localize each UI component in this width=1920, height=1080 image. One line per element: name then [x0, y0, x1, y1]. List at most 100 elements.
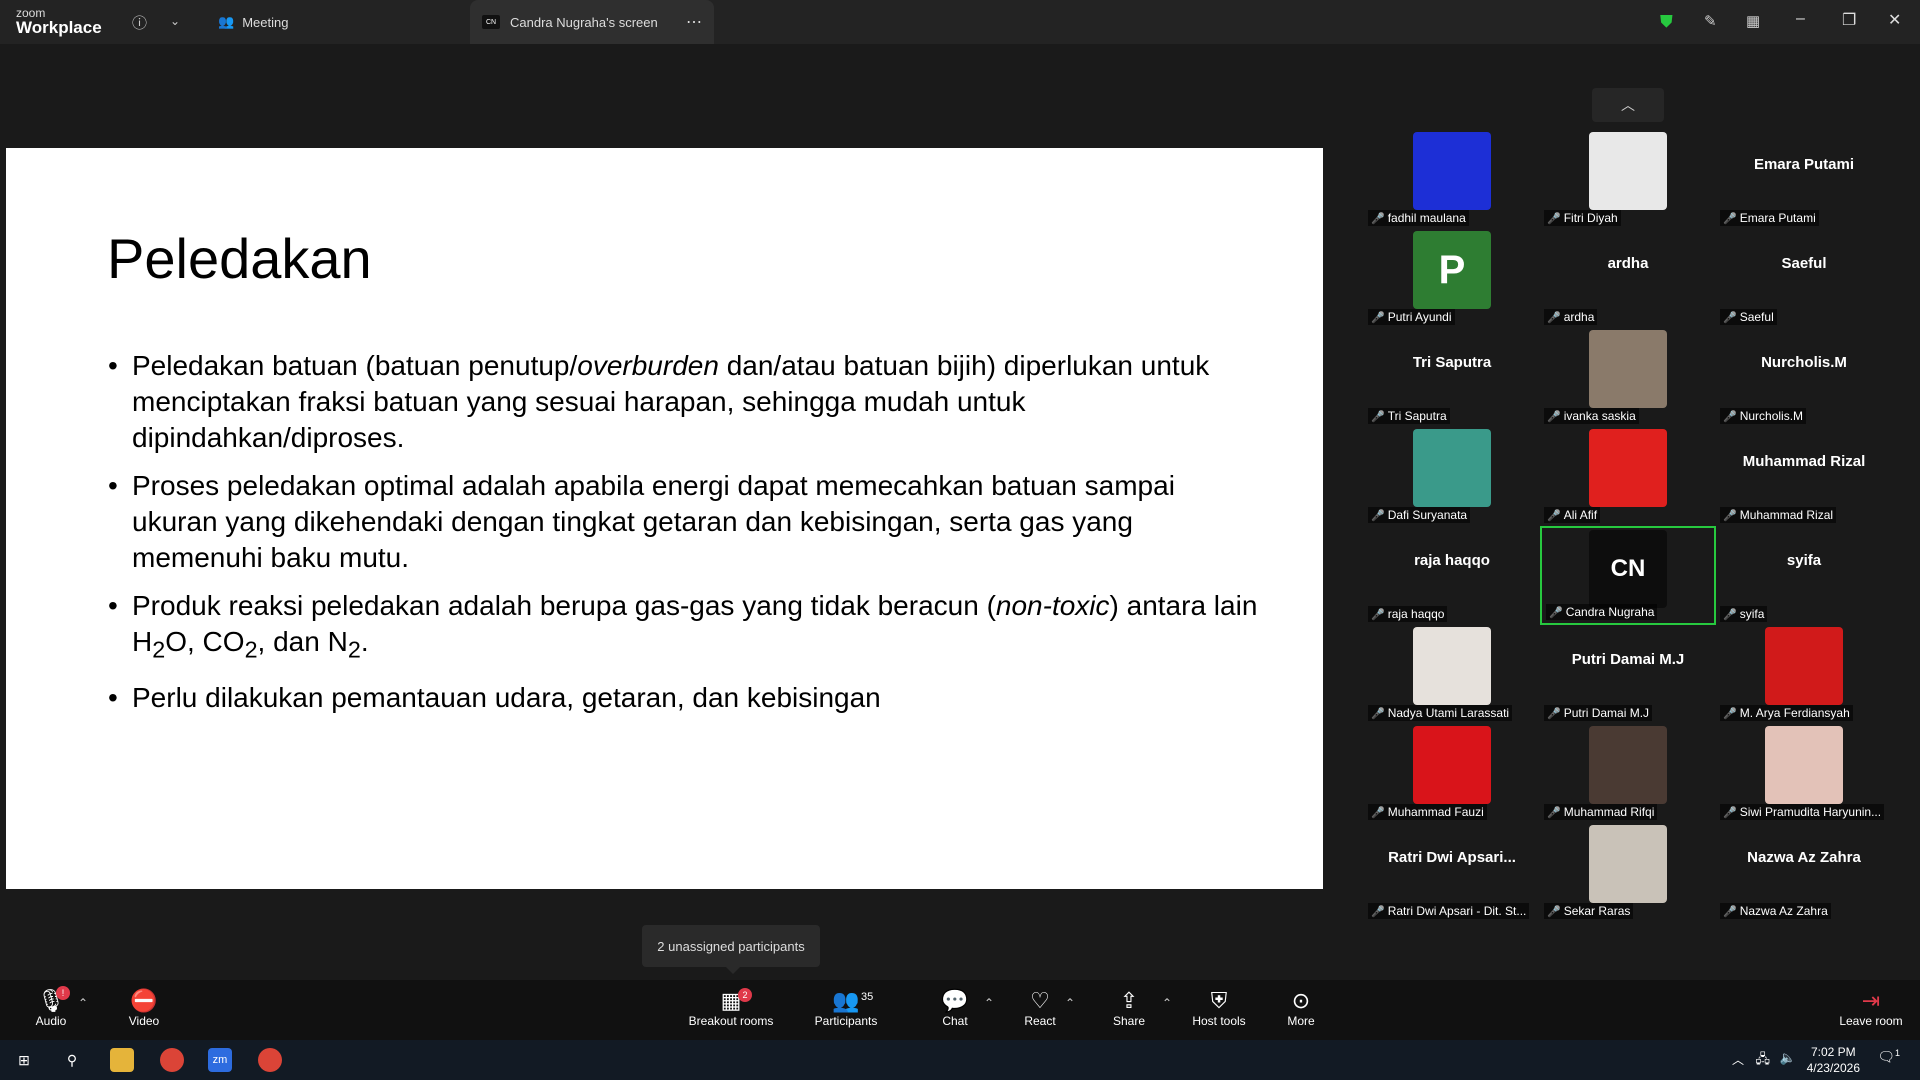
video-button[interactable]: ⛔ Video [99, 988, 189, 1028]
leave-room-button[interactable]: ⇥ Leave room [1826, 988, 1916, 1028]
host-tools-button[interactable]: ⛨ Host tools [1174, 988, 1264, 1028]
bullet-3: Produk reaksi peledakan adalah berupa ga… [108, 588, 1258, 668]
mic-muted-icon: 🎤 [1547, 213, 1561, 225]
participant-tile[interactable]: Saeful 🎤 Saeful [1716, 229, 1892, 328]
minimize-icon[interactable]: – [1796, 10, 1805, 28]
avatar [1589, 132, 1667, 210]
participant-tile[interactable]: CN 🎤 Candra Nugraha [1540, 526, 1716, 625]
slide-title: Peledakan [107, 227, 372, 290]
avatar [1589, 825, 1667, 903]
participant-tile[interactable]: 🎤 fadhil maulana [1364, 130, 1540, 229]
chat-options-caret[interactable]: ⌃ [984, 996, 994, 1010]
network-icon[interactable]: 🖧 [1756, 1050, 1771, 1072]
participant-tile[interactable]: Tri Saputra 🎤 Tri Saputra [1364, 328, 1540, 427]
participant-tile[interactable]: Emara Putami 🎤 Emara Putami [1716, 130, 1892, 229]
close-icon[interactable]: ✕ [1888, 10, 1901, 30]
info-icon[interactable]: ⓘ [132, 12, 147, 33]
participant-tile[interactable]: 🎤 M. Arya Ferdiansyah [1716, 625, 1892, 724]
chevron-up-icon: ︿ [1621, 97, 1635, 113]
shared-slide: Peledakan Peledakan batuan (batuan penut… [6, 148, 1323, 889]
tab-meeting[interactable]: 👥 Meeting [218, 0, 288, 44]
participant-tile[interactable]: syifa 🎤 syifa [1716, 526, 1892, 625]
mic-muted-icon: 🎤 [1371, 213, 1385, 225]
participant-name-label: 🎤 Putri Ayundi [1368, 309, 1455, 325]
chrome-profile-icon[interactable] [258, 1048, 282, 1072]
participant-tile[interactable]: Ratri Dwi Apsari... 🎤 Ratri Dwi Apsari - D… [1364, 823, 1540, 922]
mic-muted-icon: 🎤 [1547, 708, 1561, 720]
participant-name-label: 🎤 Ratri Dwi Apsari - Dit. St... [1368, 903, 1530, 919]
gallery-scroll-up-button[interactable]: ︿ [1592, 88, 1664, 122]
share-screen-icon: ⇪ [1119, 988, 1139, 1013]
mic-muted-icon: 🎤 [1371, 906, 1385, 918]
participant-tile[interactable]: 🎤 Sekar Raras [1540, 823, 1716, 922]
chevron-down-icon[interactable]: ⌄ [170, 14, 180, 28]
shield-icon[interactable]: ⛊ [1660, 12, 1673, 32]
file-explorer-icon[interactable] [110, 1048, 134, 1072]
mic-muted-icon: 🎤 [1371, 510, 1385, 522]
participant-name-label: 🎤 Fitri Diyah [1544, 210, 1621, 226]
participant-name-label: 🎤 syifa [1720, 606, 1768, 622]
more-icon: ⊙ [1291, 988, 1311, 1013]
more-options-icon[interactable]: ⋯ [686, 12, 702, 32]
participant-display-name: Nurcholis.M [1761, 354, 1847, 371]
tab-shared-screen[interactable]: CN Candra Nugraha's screen ⋯ [470, 0, 714, 44]
meeting-toolbar: 🎙! Audio ⌃ ⛔ Video ▦ 2 Breakout rooms 👥 35… [0, 980, 1920, 1040]
mic-muted-icon: 🎤 [1371, 708, 1385, 720]
participant-tile[interactable]: 🎤 Fitri Diyah [1540, 130, 1716, 229]
more-button[interactable]: ⊙ More [1256, 988, 1346, 1028]
notification-icon[interactable]: 🗨1 [1877, 1048, 1900, 1066]
restore-icon[interactable]: ❐ [1842, 10, 1856, 30]
breakout-rooms-button[interactable]: ▦ 2 Breakout rooms [686, 988, 776, 1028]
react-options-caret[interactable]: ⌃ [1065, 996, 1075, 1010]
avatar: P [1413, 231, 1491, 309]
windows-start-icon[interactable]: ⊞ [12, 1048, 36, 1072]
volume-icon[interactable]: 🔈 [1780, 1050, 1796, 1066]
participant-tile[interactable]: Nurcholis.M 🎤 Nurcholis.M [1716, 328, 1892, 427]
participant-tile[interactable]: 🎤 Siwi Pramudita Haryunin... [1716, 724, 1892, 823]
zoom-app-icon[interactable]: zm [208, 1048, 232, 1072]
zoom-workplace-logo: zoom Workplace [16, 6, 102, 37]
participant-name-label: 🎤 Siwi Pramudita Haryunin... [1720, 804, 1885, 820]
avatar [1413, 132, 1491, 210]
mic-muted-icon: 🎤 [1371, 411, 1385, 423]
share-options-caret[interactable]: ⌃ [1162, 996, 1172, 1010]
participant-tile[interactable]: raja haqqo 🎤 raja haqqo [1364, 526, 1540, 625]
participants-icon: 👥 35 [801, 988, 891, 1014]
participant-name-label: 🎤 Dafi Suryanata [1368, 507, 1471, 523]
title-bar: zoom Workplace ⓘ ⌄ 👥 Meeting CN Candra N… [0, 0, 1920, 44]
warning-badge: ! [56, 986, 70, 1000]
mic-muted-icon: 🎤 [1723, 510, 1737, 522]
audio-options-caret[interactable]: ⌃ [78, 996, 88, 1010]
participant-tile[interactable]: 🎤 Muhammad Rifqi [1540, 724, 1716, 823]
participant-name-label: 🎤 Putri Damai M.J [1544, 705, 1653, 721]
avatar [1413, 429, 1491, 507]
pencil-icon[interactable]: ✎ [1704, 12, 1717, 30]
search-icon[interactable]: ⚲ [60, 1048, 84, 1072]
participant-tile[interactable]: 🎤 Muhammad Fauzi [1364, 724, 1540, 823]
participant-name-label: 🎤 Nurcholis.M [1720, 408, 1807, 424]
participant-tile[interactable]: Nazwa Az Zahra 🎤 Nazwa Az Zahra [1716, 823, 1892, 922]
participant-tile[interactable]: 🎤 Dafi Suryanata [1364, 427, 1540, 526]
mic-muted-icon: 🎤 [1371, 807, 1385, 819]
participant-display-name: Nazwa Az Zahra [1747, 849, 1861, 866]
participant-display-name: ardha [1607, 255, 1649, 272]
share-button[interactable]: ⇪ Share [1084, 988, 1174, 1028]
participant-tile[interactable]: Muhammad Rizal 🎤 Muhammad Rizal [1716, 427, 1892, 526]
participant-display-name: raja haqqo [1414, 552, 1490, 569]
participants-button[interactable]: 👥 35 Participants [801, 988, 891, 1028]
layout-icon[interactable]: ▦ [1746, 12, 1760, 30]
participant-tile[interactable]: Putri Damai M.J 🎤 Putri Damai M.J [1540, 625, 1716, 724]
participant-display-name: Muhammad Rizal [1742, 453, 1866, 470]
clock[interactable]: 7:02 PM 4/23/2026 [1807, 1044, 1860, 1076]
participant-tile[interactable]: ardha 🎤 ardha [1540, 229, 1716, 328]
participant-tile[interactable]: 🎤 Ali Afif [1540, 427, 1716, 526]
participant-tile[interactable]: 🎤 ivanka saskia [1540, 328, 1716, 427]
avatar [1413, 627, 1491, 705]
participant-tile[interactable]: P 🎤 Putri Ayundi [1364, 229, 1540, 328]
shield-icon: ⛨ [1210, 988, 1228, 1013]
windows-taskbar: ⊞ ⚲ zm ︿ 🖧 🔈 7:02 PM 4/23/2026 🗨1 [0, 1040, 1920, 1080]
avatar [1589, 726, 1667, 804]
participant-tile[interactable]: 🎤 Nadya Utami Larassati [1364, 625, 1540, 724]
chrome-icon[interactable] [160, 1048, 184, 1072]
tray-chevron-up-icon[interactable]: ︿ [1732, 1051, 1744, 1068]
